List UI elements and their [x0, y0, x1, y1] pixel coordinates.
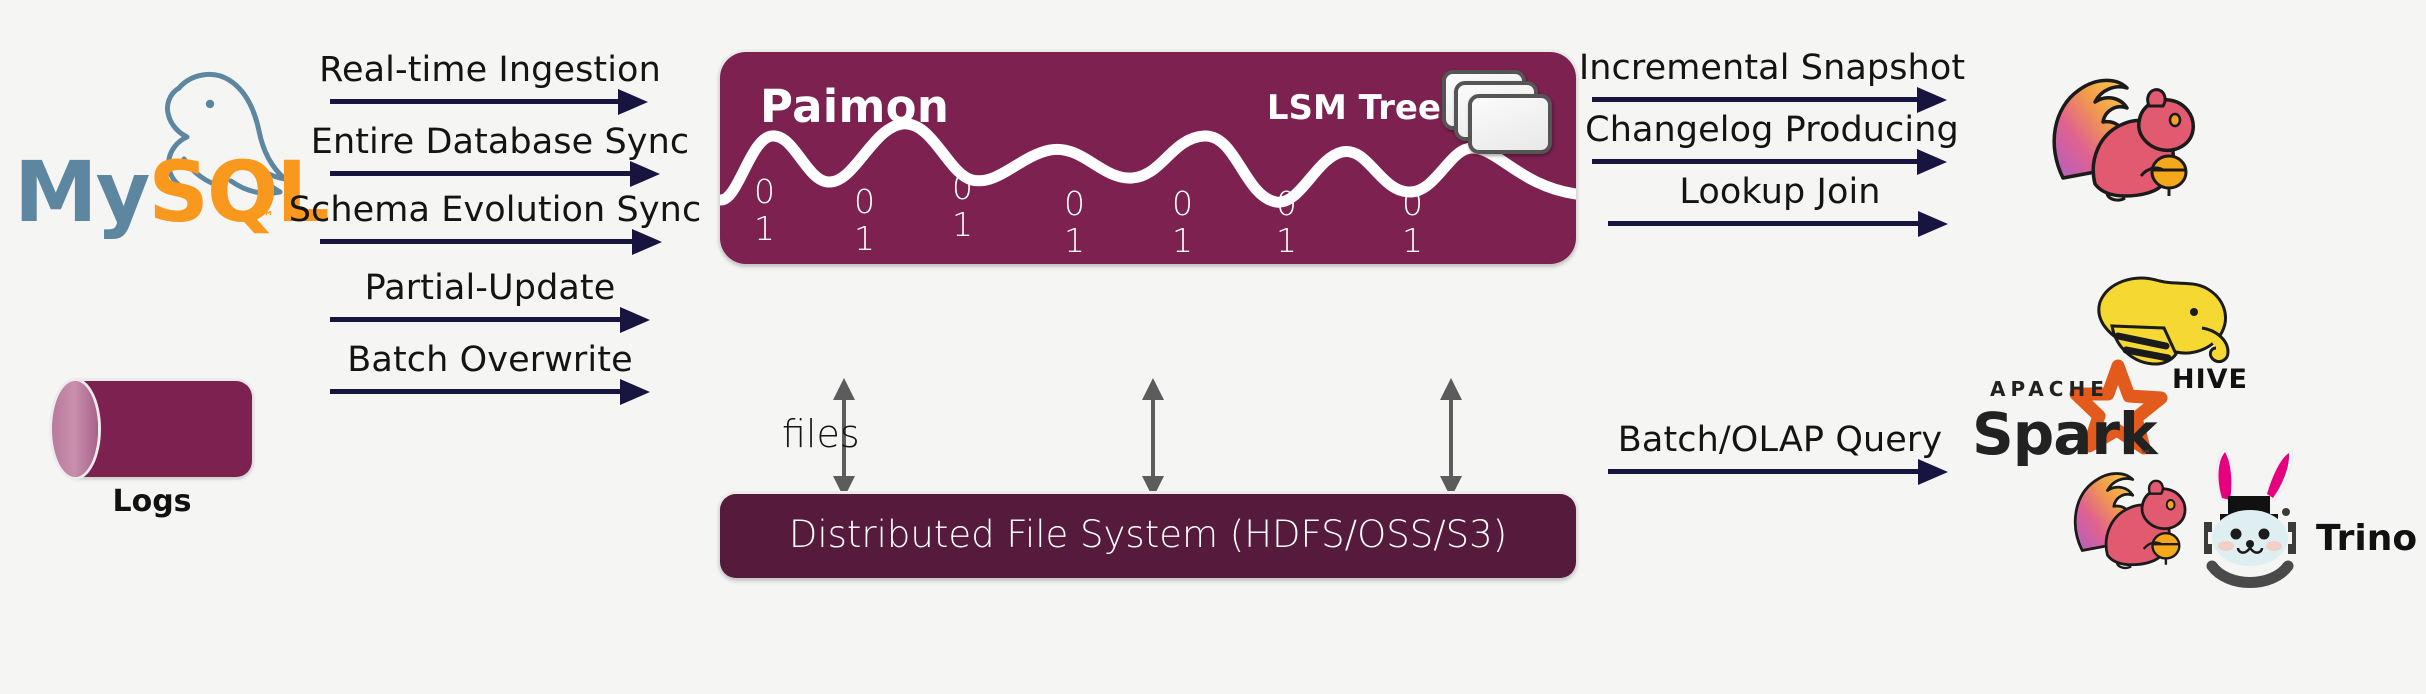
card-front	[1468, 94, 1552, 154]
distributed-file-system-box: Distributed File System (HDFS/OSS/S3)	[720, 494, 1576, 578]
arrow-lookup-join: Lookup Join	[1608, 172, 1952, 237]
bit-bottom: 1	[952, 204, 973, 244]
arrow-shaft	[330, 171, 630, 176]
bit-bottom: 1	[1402, 220, 1423, 260]
logs-label: Logs	[112, 484, 192, 519]
mysql-wordmark: MySQL	[14, 150, 330, 234]
bit-pair: 0 1	[754, 172, 775, 248]
flink-squirrel-icon	[2052, 78, 2195, 202]
bit-bottom: 1	[754, 208, 775, 248]
diagram-canvas: MySQL ™ Logs Real-time Ingestion Entire …	[0, 0, 2426, 694]
bit-pair: 0 1	[952, 168, 973, 244]
arrow-shaft	[1151, 392, 1155, 478]
mysql-trademark: ™	[259, 208, 274, 226]
stacked-cards-icon	[1442, 70, 1552, 154]
bit-pair: 0 1	[854, 182, 875, 258]
files-double-arrow	[1440, 378, 1462, 498]
svg-text:HIVE: HIVE	[2172, 364, 2248, 395]
bit-pair: 0 1	[1276, 184, 1297, 260]
arrow-head-icon	[1918, 459, 1948, 485]
trino-bunny-icon: Trino	[2204, 446, 2417, 588]
arrow-entire-database-sync: Entire Database Sync	[311, 122, 689, 187]
bit-bottom: 1	[1172, 220, 1193, 260]
paimon-title: Paimon	[760, 80, 950, 133]
arrow-real-time-ingestion: Real-time Ingestion	[319, 50, 661, 115]
bit-top: 0	[1172, 184, 1193, 223]
bit-top: 0	[1064, 184, 1085, 223]
arrow-label: Incremental Snapshot	[1578, 48, 1966, 88]
trino-wordmark: Trino	[2316, 518, 2417, 559]
bit-top: 0	[854, 182, 875, 221]
logs-cylinder-body	[74, 381, 252, 477]
lsm-tree-label: LSM Tree	[1266, 88, 1441, 128]
arrow-shaft	[1608, 221, 1918, 226]
arrow-batch-olap-query: Batch/OLAP Query	[1608, 420, 1952, 485]
arrow-label: Batch Overwrite	[347, 340, 633, 380]
arrow-shaft	[330, 99, 618, 104]
arrow-label: Batch/OLAP Query	[1617, 420, 1943, 460]
logs-cylinder	[52, 381, 252, 477]
bit-top: 0	[754, 172, 775, 211]
arrow-head-icon	[632, 229, 662, 255]
arrow-shaft	[1592, 97, 1917, 102]
bit-bottom: 1	[1276, 220, 1297, 260]
spark-apache-text: APACHE	[1990, 377, 2109, 401]
arrow-batch-overwrite: Batch Overwrite	[330, 340, 650, 405]
arrow-shaft	[320, 239, 632, 244]
bit-pair: 0 1	[1064, 184, 1085, 260]
bit-top: 0	[952, 168, 973, 207]
bit-top: 0	[1276, 184, 1297, 223]
arrow-label: Entire Database Sync	[310, 122, 690, 162]
arrow-shaft	[330, 389, 620, 394]
arrow-shaft	[1449, 392, 1453, 478]
arrow-partial-update: Partial-Update	[330, 268, 650, 333]
arrow-changelog-producing: Changelog Producing	[1585, 110, 1959, 175]
bit-bottom: 1	[1064, 220, 1085, 260]
arrow-schema-evolution-sync: Schema Evolution Sync	[289, 190, 701, 255]
arrow-shaft	[1608, 469, 1918, 474]
arrow-head-icon	[630, 161, 660, 187]
logs-cylinder-cap	[52, 381, 98, 477]
arrow-label: Lookup Join	[1679, 172, 1881, 212]
files-double-arrow	[1142, 378, 1164, 498]
arrow-head-icon	[620, 379, 650, 405]
files-label: files	[782, 412, 860, 456]
arrow-shaft	[1592, 159, 1917, 164]
mysql-word-my: My	[14, 143, 150, 241]
arrow-label: Schema Evolution Sync	[288, 190, 702, 230]
arrow-label: Partial-Update	[364, 268, 616, 308]
dfs-label: Distributed File System (HDFS/OSS/S3)	[788, 513, 1508, 556]
paimon-box: Paimon LSM Tree 0 1 0 1 0 1 0 1 0 1 0 1 …	[720, 52, 1576, 264]
arrow-head-icon	[1918, 211, 1948, 237]
trino-logo: Trino	[2188, 438, 2418, 598]
arrow-head-icon	[618, 89, 648, 115]
arrow-label: Real-time Ingestion	[319, 50, 661, 90]
bit-pair: 0 1	[1172, 184, 1193, 260]
arrow-label: Changelog Producing	[1585, 110, 1959, 150]
arrow-head-icon	[620, 307, 650, 333]
bit-pair: 0 1	[1402, 184, 1423, 260]
arrow-shaft	[330, 317, 620, 322]
flink-logo-top	[2045, 60, 2235, 225]
mysql-logo: MySQL ™	[14, 42, 330, 242]
bit-bottom: 1	[854, 218, 875, 258]
bit-top: 0	[1402, 184, 1423, 223]
arrow-incremental-snapshot: Incremental Snapshot	[1579, 48, 1965, 113]
